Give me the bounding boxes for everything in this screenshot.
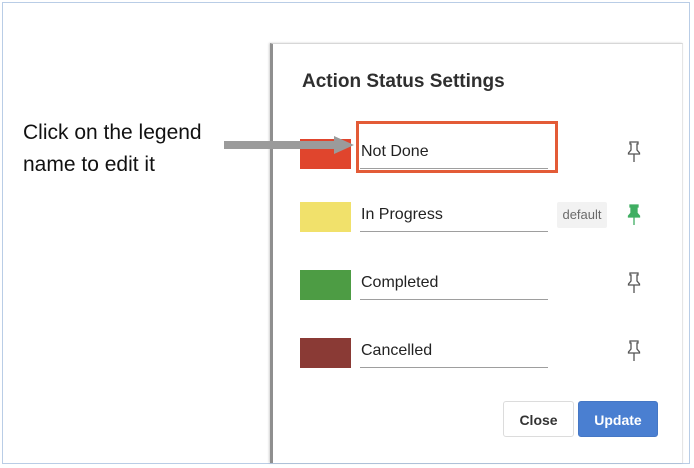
status-name-field[interactable]: Cancelled — [360, 338, 548, 368]
update-button[interactable]: Update — [578, 401, 658, 437]
action-status-settings-dialog: Action Status Settings Not Done In Progr… — [270, 43, 683, 463]
highlight-box — [356, 121, 558, 173]
pushpin-icon[interactable] — [627, 204, 641, 226]
status-row-in-progress: In Progress default — [273, 202, 682, 242]
status-row-cancelled: Cancelled — [273, 338, 682, 378]
status-color-swatch[interactable] — [300, 338, 351, 368]
annotation-line-1: Click on the legend — [23, 121, 202, 144]
status-color-swatch[interactable] — [300, 202, 351, 232]
status-name-text: Completed — [361, 274, 439, 291]
status-color-swatch[interactable] — [300, 270, 351, 300]
pushpin-icon[interactable] — [627, 141, 641, 163]
close-button[interactable]: Close — [503, 401, 574, 437]
pushpin-icon[interactable] — [627, 272, 641, 294]
status-row-completed: Completed — [273, 270, 682, 310]
status-name-text: In Progress — [361, 206, 443, 223]
default-badge: default — [557, 202, 607, 228]
status-name-field[interactable]: Completed — [360, 270, 548, 300]
annotation-line-2: name to edit it — [23, 153, 155, 176]
status-color-swatch[interactable] — [300, 139, 351, 169]
status-name-text: Cancelled — [361, 342, 433, 359]
annotation-callout: Click on the legend name to edit it — [23, 117, 202, 181]
status-name-field[interactable]: In Progress — [360, 202, 548, 232]
status-row-not-done: Not Done — [273, 121, 682, 179]
dialog-title: Action Status Settings — [302, 71, 505, 92]
pushpin-icon[interactable] — [627, 340, 641, 362]
